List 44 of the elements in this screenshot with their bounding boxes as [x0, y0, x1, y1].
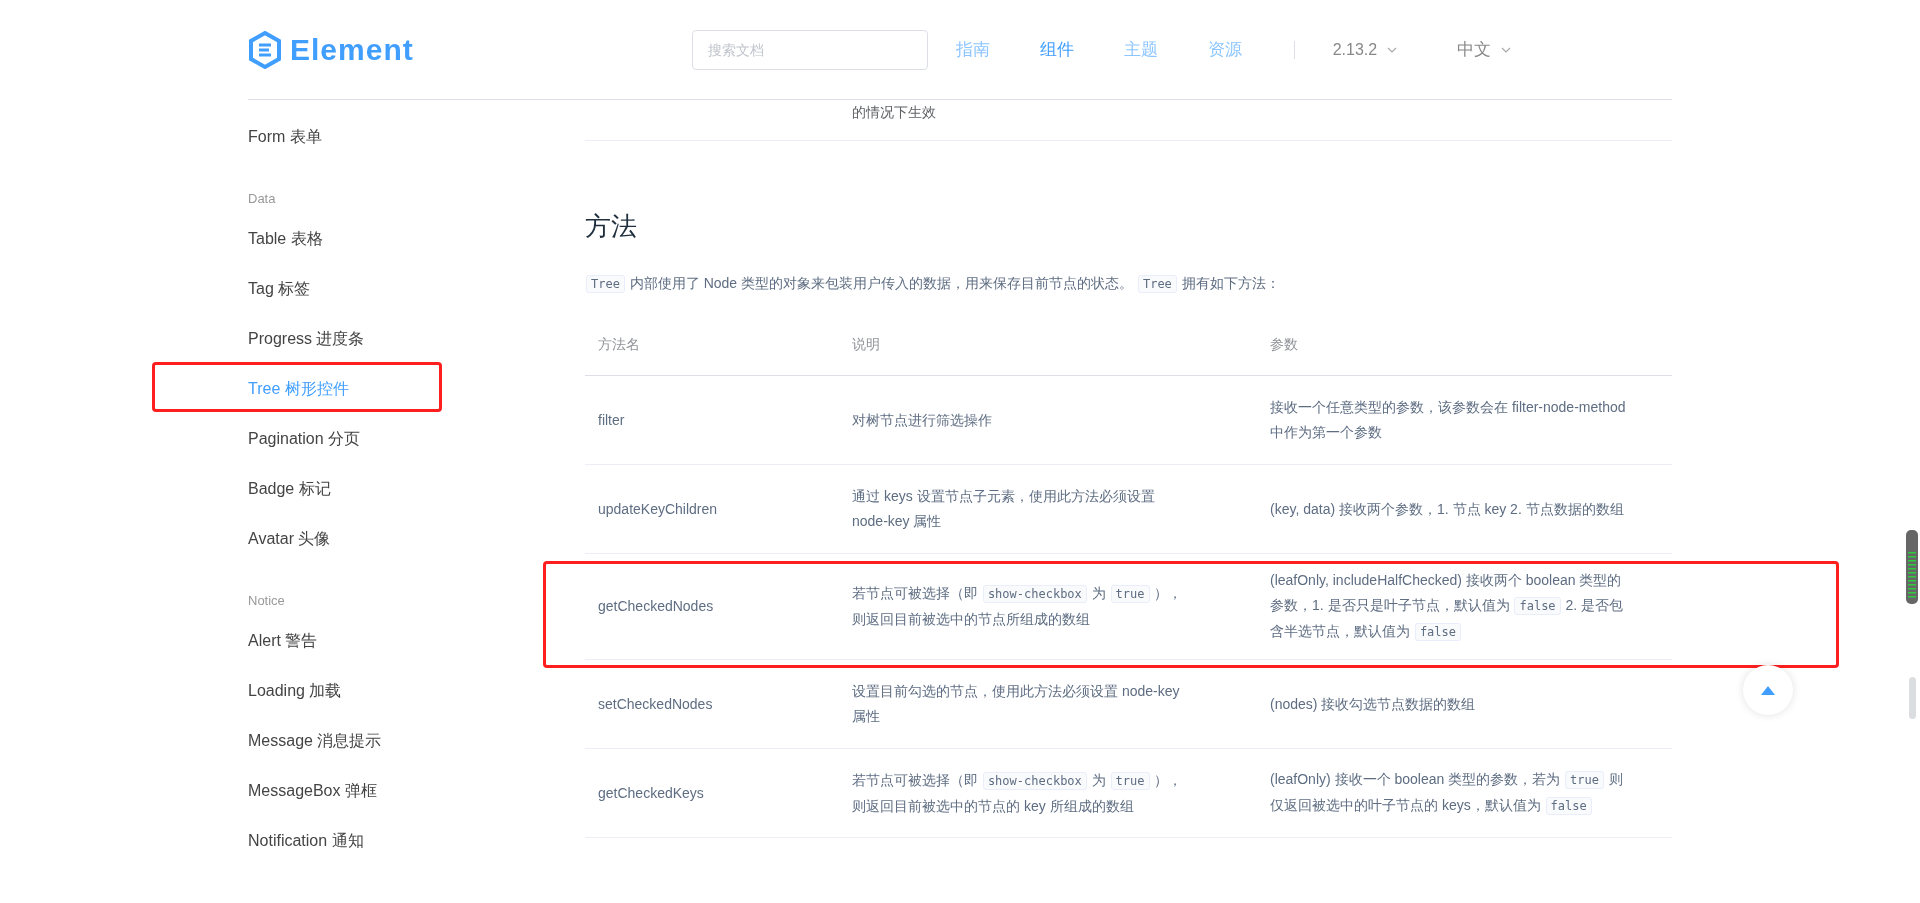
section-heading: 方法 [585, 210, 638, 243]
language-dropdown[interactable]: 中文 [1457, 36, 1512, 63]
sidebar-item[interactable]: Avatar 头像 [248, 527, 331, 551]
logo-icon [248, 30, 282, 69]
table-cell-text: 若节点可被选择（即 show-checkbox 为 true ），则返回目前被选中的节点的 key 所组成的数组 [852, 770, 1184, 816]
sidebar-item[interactable]: Badge 标记 [248, 477, 331, 501]
table-cell-text: getCheckedKeys [598, 783, 705, 803]
sidebar-item[interactable]: Progress 进度条 [248, 327, 365, 351]
sidebar-item[interactable]: Alert 警告 [248, 629, 318, 653]
back-to-top-button[interactable] [1743, 665, 1793, 715]
sidebar-item[interactable]: MessageBox 弹框 [248, 779, 377, 803]
intro-paragraph: Tree 内部使用了 Node 类型的对象来包装用户传入的数据，用来保存目前节点的状态。 Tree 拥有如下方法： [585, 271, 1672, 296]
table-cell-text: setCheckedNodes [598, 694, 714, 714]
column-header: 说明 [852, 335, 880, 352]
table-cell-text: (key, data) 接收两个参数，1. 节点 key 2. 节点数据的数组 [1270, 499, 1625, 519]
search-field[interactable]: 搜索文档 [691, 29, 928, 70]
table-cell-text: 设置目前勾选的节点，使用此方法必须设置 node-key 属性 [852, 682, 1181, 726]
sidebar-group-label: Notice [248, 591, 285, 610]
sidebar-item[interactable]: Tag 标签 [248, 277, 311, 301]
sidebar-item[interactable]: Form 表单 [248, 125, 322, 149]
table-cell-text: (leafOnly, includeHalfChecked) 接收两个 boolean 类型的参数，1. 是否只是叶子节点，默认值为 false 2. 是否包含半选节点，默认值为 false [1270, 571, 1625, 643]
sidebar-item[interactable]: Table 表格 [248, 227, 323, 251]
chevron-down-icon [1501, 46, 1512, 53]
sidebar-item[interactable]: Loading 加载 [248, 679, 342, 703]
triangle-up-icon [1761, 685, 1775, 695]
version-dropdown[interactable]: 2.13.2 [1332, 37, 1398, 62]
sidebar-item[interactable]: Message 消息提示 [248, 729, 382, 753]
table-cell-text: 接收一个任意类型的参数，该参数会在 filter-node-method 中作为第一个参数 [1270, 398, 1627, 442]
sidebar-group-label: Data [248, 189, 276, 208]
table-cell-text: 通过 keys 设置节点子元素，使用此方法必须设置 node-key 属性 [852, 487, 1156, 531]
table-cell-text: updateKeyChildren [598, 499, 719, 519]
table-cell-text: (leafOnly) 接收一个 boolean 类型的参数，若为 true 则仅返回被选中的叶子节点的 keys，默认值为 false [1270, 770, 1624, 817]
chevron-down-icon [1387, 46, 1398, 53]
table-cell-text: 的情况下生效 [852, 104, 936, 120]
table-cell-text: (nodes) 接收勾选节点数据的数组 [1270, 694, 1477, 714]
sidebar-item[interactable]: Pagination 分页 [248, 427, 361, 451]
column-header: 方法名 [598, 335, 640, 352]
table-cell-text: 若节点可被选择（即 show-checkbox 为 true ），则返回目前被选中的节点所组成的数组 [852, 584, 1184, 629]
scrollbar-thumb[interactable] [1909, 677, 1916, 719]
table-cell-text: filter [598, 410, 626, 430]
table-cell-text: 对树节点进行筛选操作 [852, 410, 993, 430]
column-header: 参数 [1270, 335, 1298, 352]
table-cell-text: getCheckedNodes [598, 597, 715, 616]
sidebar-item[interactable]: Notification 通知 [248, 829, 364, 853]
